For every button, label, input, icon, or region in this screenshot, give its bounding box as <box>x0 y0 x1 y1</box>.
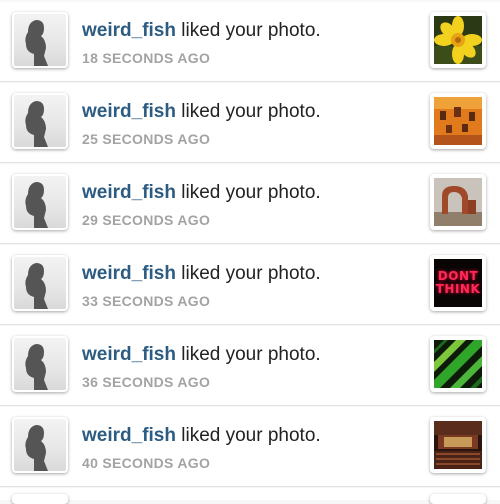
action-text: liked your photo. <box>175 182 321 203</box>
neon-sign-text: DONT THINK <box>435 269 481 296</box>
timestamp: 29 SECONDS AGO <box>82 212 211 228</box>
green-stripes-thumbnail[interactable] <box>430 336 486 392</box>
daffodil-flower-icon <box>434 16 482 64</box>
rock-arch-image-icon <box>434 178 482 226</box>
timestamp: 33 SECONDS AGO <box>82 293 211 309</box>
daffodil-thumbnail[interactable] <box>430 12 486 68</box>
action-text: liked your photo. <box>175 101 321 122</box>
action-text: liked your photo. <box>175 344 321 365</box>
rock-arch-thumbnail[interactable] <box>430 174 486 230</box>
timestamp: 36 SECONDS AGO <box>82 374 211 390</box>
notification-text: weird_fish liked your photo. <box>82 263 321 285</box>
green-stripes-image-icon <box>434 340 482 388</box>
person-silhouette-icon <box>25 344 48 390</box>
notification-text: weird_fish liked your photo. <box>82 344 321 366</box>
user-avatar <box>12 494 68 504</box>
orange-wall-image-icon <box>434 97 482 145</box>
person-silhouette-icon <box>25 20 48 66</box>
username-link[interactable]: weird_fish <box>82 344 176 365</box>
notification-text: weird_fish liked your photo. <box>82 182 321 204</box>
action-text: liked your photo. <box>175 263 321 284</box>
notification-row[interactable]: weird_fish liked your photo. 18 SECONDS … <box>0 2 500 82</box>
thumbnail-partial <box>430 494 486 504</box>
notification-row-partial <box>0 488 500 504</box>
username-link[interactable]: weird_fish <box>82 182 176 203</box>
user-avatar[interactable] <box>12 336 68 392</box>
user-avatar[interactable] <box>12 417 68 473</box>
concert-hall-image-icon <box>434 421 482 469</box>
orange-wall-thumbnail[interactable] <box>430 93 486 149</box>
concert-hall-thumbnail[interactable] <box>430 417 486 473</box>
notification-text: weird_fish liked your photo. <box>82 425 321 447</box>
notification-row[interactable]: weird_fish liked your photo. 33 SECONDS … <box>0 245 500 325</box>
timestamp: 25 SECONDS AGO <box>82 131 211 147</box>
action-text: liked your photo. <box>175 425 321 446</box>
username-link[interactable]: weird_fish <box>82 263 176 284</box>
notification-text: weird_fish liked your photo. <box>82 20 321 42</box>
notification-row[interactable]: weird_fish liked your photo. 40 SECONDS … <box>0 407 500 487</box>
timestamp: 18 SECONDS AGO <box>82 50 211 66</box>
action-text: liked your photo. <box>175 20 321 41</box>
username-link[interactable]: weird_fish <box>82 101 176 122</box>
user-avatar[interactable] <box>12 174 68 230</box>
person-silhouette-icon <box>25 425 48 471</box>
notification-row[interactable]: weird_fish liked your photo. 25 SECONDS … <box>0 83 500 163</box>
person-silhouette-icon <box>25 101 48 147</box>
username-link[interactable]: weird_fish <box>82 425 176 446</box>
username-link[interactable]: weird_fish <box>82 20 176 41</box>
notification-row[interactable]: weird_fish liked your photo. 36 SECONDS … <box>0 326 500 406</box>
neon-sign-thumbnail[interactable]: DONT THINK <box>430 255 486 311</box>
user-avatar[interactable] <box>12 12 68 68</box>
user-avatar[interactable] <box>12 255 68 311</box>
notification-text: weird_fish liked your photo. <box>82 101 321 123</box>
user-avatar[interactable] <box>12 93 68 149</box>
activity-feed: weird_fish liked your photo. 18 SECONDS … <box>0 0 500 504</box>
person-silhouette-icon <box>25 182 48 228</box>
notification-row[interactable]: weird_fish liked your photo. 29 SECONDS … <box>0 164 500 244</box>
person-silhouette-icon <box>25 263 48 309</box>
timestamp: 40 SECONDS AGO <box>82 455 211 471</box>
